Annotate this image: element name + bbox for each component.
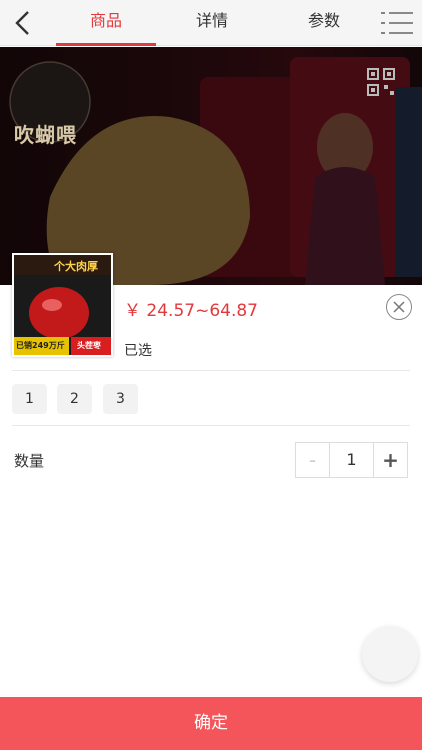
top-nav: 商品 详情 参数 [0, 0, 422, 46]
product-spec-page: 商品 详情 参数 吹蝴喂 个大肉厚 已销249万斤 头茬枣 ￥ 24.57~64… [0, 0, 422, 750]
divider [12, 370, 410, 371]
qr-code-icon [367, 68, 395, 96]
price-range: ￥ 24.57~64.87 [124, 301, 258, 321]
quantity-label: 数量 [14, 452, 45, 470]
tab-params[interactable]: 参数 [272, 0, 376, 46]
back-button[interactable] [6, 6, 40, 40]
thumbnail-sold-badge: 已销249万斤 [16, 341, 65, 350]
selected-label: 已选 [124, 343, 152, 359]
banner-dim-overlay [0, 47, 422, 285]
close-icon [393, 301, 405, 313]
floating-action-button[interactable] [362, 626, 418, 682]
divider [12, 425, 410, 426]
quantity-stepper: - 1 + [295, 442, 408, 478]
spec-option-2[interactable]: 2 [57, 384, 92, 414]
quantity-increase-button[interactable]: + [374, 443, 407, 477]
tab-product[interactable]: 商品 [56, 0, 156, 46]
menu-icon [381, 12, 413, 34]
confirm-button[interactable]: 确定 [0, 697, 422, 750]
menu-button[interactable] [380, 8, 414, 38]
quantity-decrease-button[interactable]: - [296, 443, 329, 477]
tab-details[interactable]: 详情 [160, 0, 264, 46]
quantity-input[interactable]: 1 [329, 443, 374, 477]
brand-logo-text: 吹蝴喂 [14, 123, 77, 147]
spec-option-3[interactable]: 3 [103, 384, 138, 414]
chevron-left-icon [15, 11, 29, 35]
thumbnail-grade-badge: 头茬枣 [77, 341, 101, 350]
qr-code-button[interactable] [366, 67, 396, 97]
close-button[interactable] [386, 294, 412, 320]
spec-option-1[interactable]: 1 [12, 384, 47, 414]
product-banner-image: 吹蝴喂 [0, 47, 422, 285]
thumbnail-caption: 个大肉厚 [54, 260, 98, 273]
product-thumbnail: 个大肉厚 已销249万斤 头茬枣 [12, 253, 113, 357]
